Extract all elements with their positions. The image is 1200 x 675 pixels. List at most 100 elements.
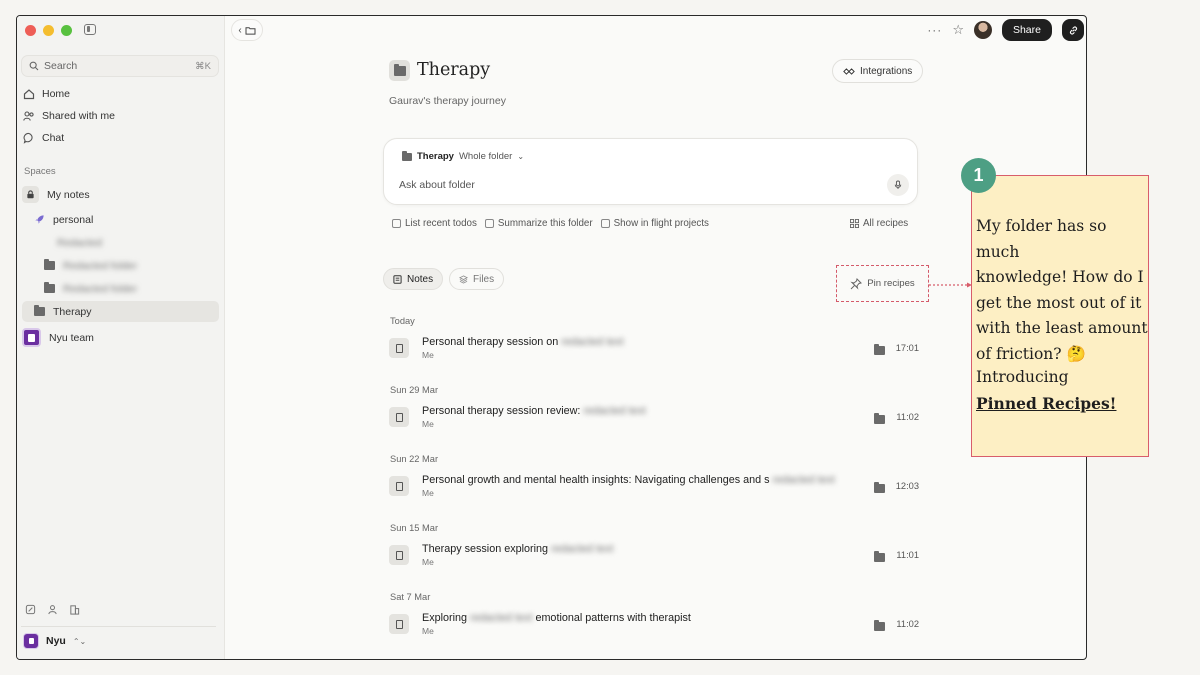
back-button[interactable]: ‹ xyxy=(231,19,263,41)
suggestion-summarize[interactable]: Summarize this folder xyxy=(484,218,593,229)
microphone-button[interactable] xyxy=(887,174,909,196)
tab-files[interactable]: Files xyxy=(449,268,505,290)
callout-line: knowledge! How do I xyxy=(976,268,1144,286)
document-icon xyxy=(389,476,409,496)
all-recipes-link[interactable]: All recipes xyxy=(850,218,908,229)
note-title: Personal therapy session review: redacte… xyxy=(422,405,646,417)
space-blurred-folder[interactable]: Redacted folder xyxy=(22,278,219,299)
note-row[interactable]: Therapy session exploring redacted text … xyxy=(389,543,919,571)
integrations-icon xyxy=(843,67,855,75)
copy-link-button[interactable] xyxy=(1062,19,1084,41)
note-author: Me xyxy=(422,419,434,429)
sidebar-divider xyxy=(21,626,216,627)
sidebar: Search ⌘K Home Shared with me Chat Space… xyxy=(17,16,225,659)
callout-connector xyxy=(929,282,972,288)
scope-selector[interactable]: Therapy Whole folder ⌄ xyxy=(402,150,524,162)
suggestion-list-todos[interactable]: List recent todos xyxy=(392,218,477,229)
integrations-label: Integrations xyxy=(860,65,913,77)
microphone-icon xyxy=(894,180,902,189)
date-group-label: Sun 22 Mar xyxy=(390,454,439,464)
note-row[interactable]: Personal therapy session review: redacte… xyxy=(389,405,919,433)
note-row[interactable]: Personal therapy session on redacted tex… xyxy=(389,336,919,364)
close-window-button[interactable] xyxy=(25,25,36,36)
grid-icon xyxy=(850,219,859,228)
note-author: Me xyxy=(422,557,434,567)
note-time: 11:02 xyxy=(896,619,919,629)
page-subtitle: Gaurav's therapy journey xyxy=(389,95,506,107)
team-logo-icon xyxy=(22,328,41,347)
chevron-left-icon: ‹ xyxy=(238,24,242,36)
space-personal[interactable]: personal xyxy=(22,209,219,230)
folder-icon xyxy=(874,413,885,424)
sidebar-item-label: Home xyxy=(42,88,71,100)
date-group-label: Sun 29 Mar xyxy=(390,385,439,395)
people-icon xyxy=(23,111,34,121)
pin-recipes-label: Pin recipes xyxy=(867,278,915,289)
sidebar-toggle-icon[interactable] xyxy=(84,24,96,35)
workspace-logo-icon xyxy=(23,633,39,649)
callout-line: of friction? 🤔 xyxy=(976,344,1086,363)
search-input[interactable]: Search ⌘K xyxy=(21,55,219,77)
share-button[interactable]: Share xyxy=(1001,19,1052,41)
callout-line: My folder has so much xyxy=(976,217,1107,261)
main-content: ‹ ··· ☆ Share Therapy Gaurav's therapy j… xyxy=(225,16,1086,659)
suggestion-label: List recent todos xyxy=(405,218,477,229)
note-time: 11:02 xyxy=(896,412,919,422)
edit-icon[interactable] xyxy=(25,604,36,615)
note-time: 12:03 xyxy=(895,481,919,491)
profile-icon[interactable] xyxy=(47,604,58,615)
document-icon xyxy=(389,407,409,427)
space-label: Therapy xyxy=(53,305,92,318)
more-options-icon[interactable]: ··· xyxy=(927,23,942,37)
star-icon[interactable]: ☆ xyxy=(952,22,964,38)
space-team[interactable]: Nyu team xyxy=(22,327,219,348)
sidebar-item-shared[interactable]: Shared with me xyxy=(23,107,115,125)
sidebar-item-label: Shared with me xyxy=(42,110,115,122)
space-label: My notes xyxy=(47,188,90,201)
note-author: Me xyxy=(422,350,434,360)
note-row[interactable]: Exploring redacted text emotional patter… xyxy=(389,612,919,640)
building-icon[interactable] xyxy=(69,604,80,615)
space-therapy[interactable]: Therapy xyxy=(22,301,219,322)
space-blurred-folder[interactable]: Redacted folder xyxy=(22,255,219,276)
recipe-icon xyxy=(392,219,401,228)
chat-icon xyxy=(23,132,33,144)
sidebar-item-home[interactable]: Home xyxy=(23,85,70,103)
search-icon xyxy=(29,61,39,71)
space-label: Nyu team xyxy=(49,331,94,344)
sidebar-item-chat[interactable]: Chat xyxy=(23,129,64,147)
note-time: 17:01 xyxy=(895,343,919,353)
integrations-button[interactable]: Integrations xyxy=(832,59,924,83)
pin-icon xyxy=(850,277,863,290)
folder-icon xyxy=(44,282,55,293)
search-shortcut: ⌘K xyxy=(195,60,211,72)
date-group-label: Sat 7 Mar xyxy=(390,592,431,602)
ask-input[interactable]: Ask about folder xyxy=(399,179,475,191)
pin-recipes-button[interactable]: Pin recipes xyxy=(836,265,929,302)
scope-mode: Whole folder xyxy=(458,151,513,162)
callout-line: with the least amount xyxy=(976,319,1148,337)
maximize-window-button[interactable] xyxy=(61,25,72,36)
space-my-notes[interactable]: My notes xyxy=(22,184,219,205)
folder-icon xyxy=(402,150,412,161)
document-icon xyxy=(389,545,409,565)
suggestion-flight-projects[interactable]: Show in flight projects xyxy=(600,218,709,229)
folder-icon xyxy=(874,482,885,493)
recipe-icon xyxy=(484,219,494,228)
step-number-badge: 1 xyxy=(961,158,996,193)
toolbar-right: ··· ☆ Share xyxy=(927,19,1084,41)
lock-icon xyxy=(22,186,39,203)
workspace-switcher[interactable]: Nyu ⌃⌄ xyxy=(23,633,86,649)
scope-folder: Therapy xyxy=(417,151,454,162)
blurred-label: Redacted xyxy=(57,236,102,249)
callout-line: get the most out of it xyxy=(976,293,1142,312)
minimize-window-button[interactable] xyxy=(43,25,54,36)
note-time: 11:01 xyxy=(896,550,919,560)
tab-notes[interactable]: Notes xyxy=(383,268,444,290)
space-blurred-item[interactable]: Redacted xyxy=(22,232,219,253)
note-row[interactable]: Personal growth and mental health insigh… xyxy=(389,474,919,502)
recipe-icon xyxy=(600,219,610,228)
note-author: Me xyxy=(422,488,434,498)
avatar[interactable] xyxy=(973,21,992,39)
space-label: personal xyxy=(53,213,94,226)
